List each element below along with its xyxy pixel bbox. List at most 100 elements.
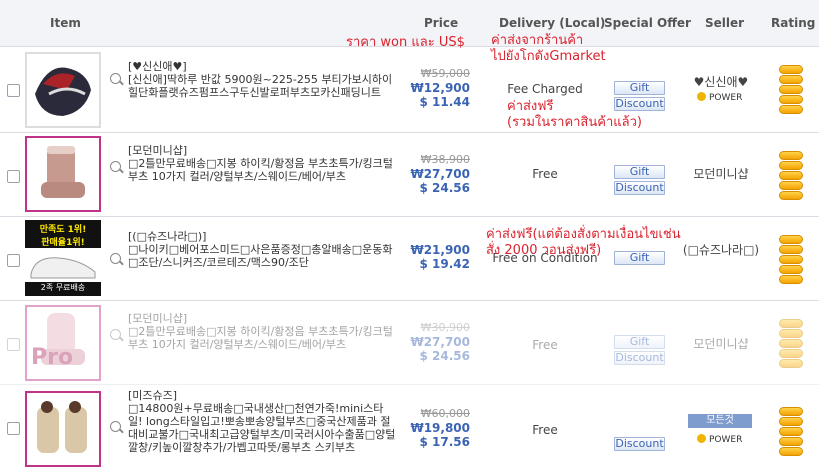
- sneaker-image: [25, 248, 101, 282]
- seller-name[interactable]: 모던미니샵: [680, 335, 762, 352]
- discount-badge[interactable]: Discount: [614, 181, 665, 195]
- seller-name[interactable]: (□슈즈나라□): [680, 241, 762, 258]
- product-title[interactable]: [미즈슈즈] □14800원+무료배송□국내생산□천연가죽!mini스타일! l…: [128, 389, 396, 454]
- rating-stars: [779, 319, 803, 369]
- table-row: [모던미니샵] □2틀만무료배송□지봉 하이킥/황정음 부츠초특가/킹크털 부츠…: [0, 133, 819, 217]
- promo-text: 만족도 1위!: [39, 225, 87, 235]
- discount-badge[interactable]: Discount: [614, 351, 665, 365]
- product-thumbnail[interactable]: 만족도 1위! 판매율1위! 2족 무료배송: [25, 220, 101, 296]
- header-price: Price: [424, 16, 459, 30]
- price-usd: $ 11.44: [419, 95, 470, 109]
- zoom-icon[interactable]: [110, 161, 121, 172]
- gift-badge[interactable]: Gift: [614, 335, 665, 349]
- delivery-fee: Free: [532, 338, 558, 352]
- product-title[interactable]: [♥신신애♥] [신신애]딱하루 반값 5900원~225-255 부티가보시하…: [128, 60, 396, 99]
- price-won: ₩27,700: [410, 335, 470, 349]
- product-thumbnail[interactable]: [25, 391, 101, 467]
- discount-badge[interactable]: Discount: [614, 97, 665, 111]
- price-won: ₩12,900: [410, 81, 470, 95]
- price-usd: $ 17.56: [419, 435, 470, 449]
- annotation-conditional: สั่ง 2000 วอนส่งฟรี): [486, 243, 602, 258]
- product-description: □14800원+무료배송□국내생산□천연가죽!mini스타일! long스타일입…: [128, 402, 396, 454]
- rating-stars: [779, 151, 803, 201]
- seller-name[interactable]: 모던미니샵: [680, 165, 762, 182]
- delivery-fee: Free: [532, 167, 558, 181]
- shop-name: [미즈슈즈]: [128, 389, 178, 402]
- header-delivery: Delivery (Local): [499, 16, 606, 30]
- row-checkbox[interactable]: [7, 170, 20, 183]
- shop-name: [♥신신애♥]: [128, 60, 187, 73]
- price-block: ₩38,900 ₩27,700 $ 24.56: [392, 153, 470, 195]
- seller-name[interactable]: ♥신신애♥: [680, 73, 762, 90]
- original-price: ₩38,900: [420, 153, 470, 166]
- watermark-text: Pro: [31, 345, 74, 370]
- gift-badge[interactable]: Gift: [614, 251, 665, 265]
- table-row: [♥신신애♥] [신신애]딱하루 반값 5900원~225-255 부티가보시하…: [0, 47, 819, 133]
- original-price: ₩60,000: [420, 407, 470, 420]
- delivery-fee: Fee Charged: [507, 82, 583, 96]
- power-seller-badge: POWER: [697, 434, 742, 445]
- shop-name: [모던미니샵]: [128, 144, 188, 157]
- product-title[interactable]: [모던미니샵] □2틀만무료배송□지봉 하이킥/황정음 부츠초특가/킹크털 부츠…: [128, 312, 396, 351]
- boot-image: [41, 146, 85, 198]
- product-thumbnail[interactable]: Pro: [25, 305, 101, 381]
- product-title[interactable]: [모던미니샵] □2틀만무료배송□지봉 하이킥/황정음 부츠초특가/킹크털 부츠…: [128, 144, 396, 183]
- row-checkbox[interactable]: [7, 338, 20, 351]
- price-usd: $ 19.42: [419, 257, 470, 271]
- power-label: POWER: [709, 435, 743, 445]
- price-block: ₩30,900 ₩27,700 $ 24.56: [392, 321, 470, 363]
- table-row: [미즈슈즈] □14800원+무료배송□국내생산□천연가죽!mini스타일! l…: [0, 385, 819, 475]
- header-rating: Rating: [771, 16, 816, 30]
- price-usd: $ 24.56: [419, 181, 470, 195]
- shoe-image: [35, 67, 91, 116]
- price-block: ₩60,000 ₩19,800 $ 17.56: [392, 407, 470, 449]
- zoom-icon[interactable]: [110, 329, 121, 340]
- annotation-shipping-origin: ไปยังโกดังGmarket: [491, 49, 606, 64]
- row-checkbox[interactable]: [7, 422, 20, 435]
- header-seller: Seller: [705, 16, 745, 30]
- rating-stars: [779, 235, 803, 285]
- row-checkbox[interactable]: [7, 84, 20, 97]
- price-won: ₩19,800: [410, 421, 470, 435]
- seller-badge[interactable]: 모든것: [688, 414, 752, 428]
- promo-text: 2족 무료배송: [40, 283, 86, 292]
- price-won: ₩21,900: [410, 243, 470, 257]
- product-thumbnail[interactable]: [25, 52, 101, 128]
- price-block: ₩59,000 ₩12,900 $ 11.44: [392, 67, 470, 109]
- header-item: Item: [50, 16, 81, 30]
- boot-image: [37, 401, 87, 453]
- gift-badge[interactable]: Gift: [614, 165, 665, 179]
- medal-icon: [697, 92, 706, 101]
- product-description: □2틀만무료배송□지봉 하이킥/황정음 부츠초특가/킹크털 부츠 10가지 컬러…: [128, 325, 393, 351]
- original-price: ₩30,900: [420, 321, 470, 334]
- price-block: ₩21,900 $ 19.42: [392, 243, 470, 271]
- power-label: POWER: [709, 93, 743, 103]
- table-row: Pro [모던미니샵] □2틀만무료배송□지봉 하이킥/황정음 부츠초특가/킹크…: [0, 301, 819, 385]
- rating-stars: [779, 407, 803, 457]
- product-title[interactable]: [(□슈즈나라□)] □나이키□베어포스미드□사은품증정□총알배송□운동화□조단…: [128, 230, 396, 269]
- product-description: □나이키□베어포스미드□사은품증정□총알배송□운동화□조단/스니커즈/코르테즈/…: [128, 243, 393, 269]
- medal-icon: [697, 434, 706, 443]
- delivery-fee: Free: [532, 423, 558, 437]
- annotation-free-shipping: (รวมในราคาสินค้าแล้ว): [507, 115, 642, 130]
- power-seller-badge: POWER: [697, 92, 742, 103]
- shop-name: [모던미니샵]: [128, 312, 188, 325]
- promo-text: 판매율1위!: [41, 238, 85, 248]
- price-usd: $ 24.56: [419, 349, 470, 363]
- annotation-price-currency: ราคา won และ US$: [346, 35, 465, 50]
- product-description: □2틀만무료배송□지봉 하이킥/황정음 부츠초특가/킹크털 부츠 10가지 컬러…: [128, 157, 393, 183]
- discount-badge[interactable]: Discount: [614, 437, 665, 451]
- zoom-icon[interactable]: [110, 421, 121, 432]
- shop-name: [(□슈즈나라□)]: [128, 230, 207, 243]
- original-price: ₩59,000: [420, 67, 470, 80]
- zoom-icon[interactable]: [110, 73, 121, 84]
- table-row: 만족도 1위! 판매율1위! 2족 무료배송 [(□슈즈나라□)] □나이키□베…: [0, 217, 819, 301]
- zoom-icon[interactable]: [110, 253, 121, 264]
- product-description: [신신애]딱하루 반값 5900원~225-255 부티가보시하이힐단화플랫슈즈…: [128, 73, 393, 99]
- rating-stars: [779, 65, 803, 115]
- row-checkbox[interactable]: [7, 254, 20, 267]
- product-thumbnail[interactable]: [25, 136, 101, 212]
- gift-badge[interactable]: Gift: [614, 81, 665, 95]
- price-won: ₩27,700: [410, 167, 470, 181]
- header-special-offer: Special Offer: [604, 16, 691, 30]
